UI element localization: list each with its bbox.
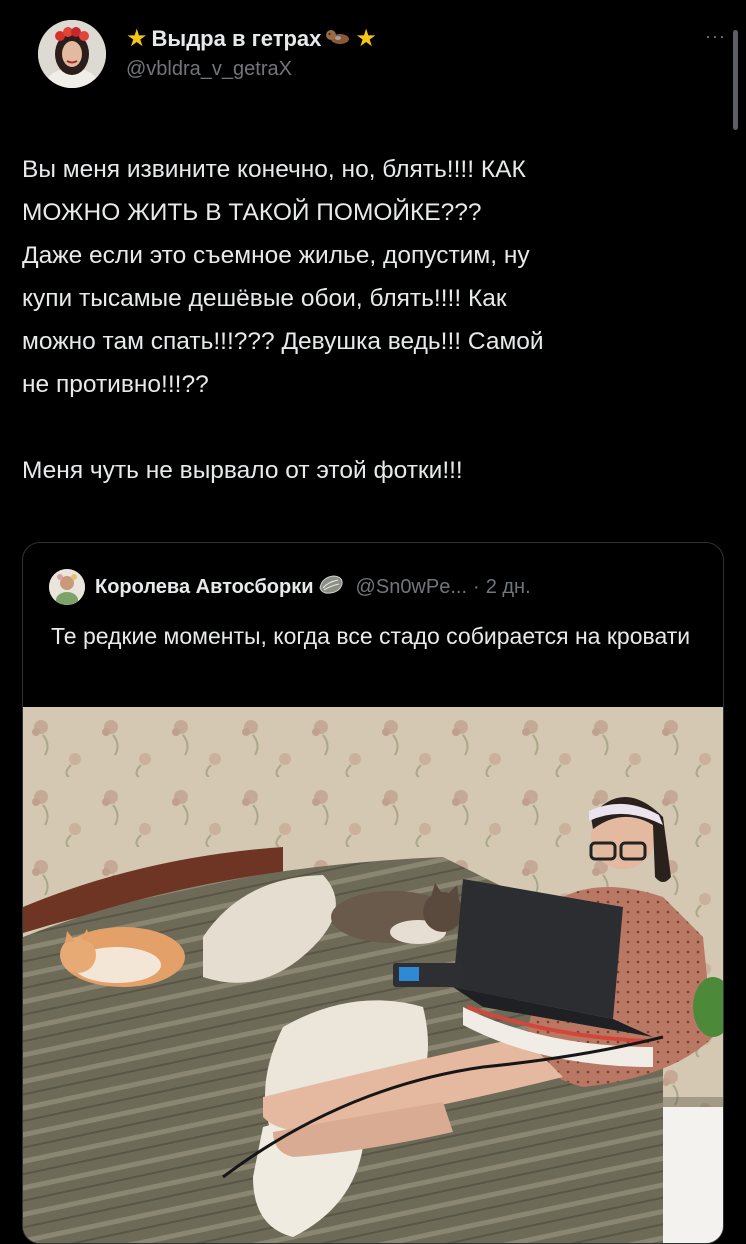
quote-avatar-image (49, 569, 85, 605)
quote-author-handle[interactable]: @Sn0wPe... (356, 576, 467, 599)
star-icon: ★ (126, 25, 148, 52)
quote-author-name[interactable]: Королева Автосборки (95, 576, 314, 599)
star-icon: ★ (355, 25, 377, 52)
avatar[interactable] (38, 20, 106, 88)
tweet-text: Вы меня извините конечно, но, блять!!!! … (22, 156, 544, 484)
scrollbar[interactable] (733, 30, 738, 130)
quote-photo[interactable] (23, 707, 723, 1244)
quoted-tweet[interactable]: Королева Автосборки @Sn0wPe... · 2 дн. Т… (22, 542, 724, 1244)
meta-separator: · (473, 575, 480, 598)
quote-timestamp[interactable]: 2 дн. (486, 576, 531, 599)
tweet-header: ★ Выдра в гетрах ★ @vbldra_v_getraX ··· (38, 20, 725, 100)
oyster-icon (318, 574, 344, 601)
otter-icon (325, 26, 351, 52)
more-icon[interactable]: ··· (705, 26, 726, 47)
quote-header: Королева Автосборки @Sn0wPe... · 2 дн. (49, 567, 531, 607)
author-handle[interactable]: @vbldra_v_getraX (126, 58, 292, 81)
quote-text: Те редкие моменты, когда все стадо собир… (51, 623, 691, 649)
avatar-image (38, 20, 106, 88)
author-name-label: Выдра в гетрах (151, 25, 322, 51)
quote-avatar[interactable] (49, 569, 85, 605)
author-name[interactable]: ★ Выдра в гетрах ★ (126, 24, 377, 53)
